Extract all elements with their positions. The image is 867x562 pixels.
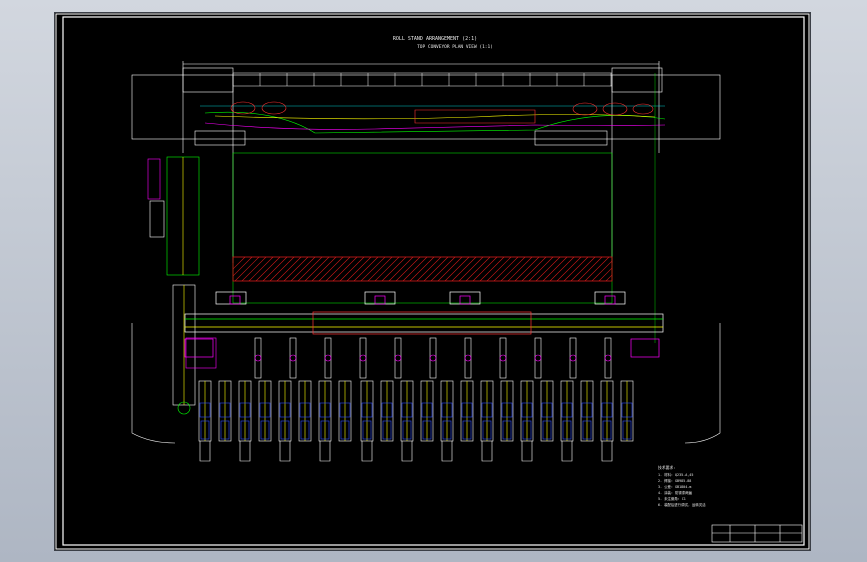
roller-unit (278, 380, 292, 462)
roller-hanger (604, 337, 612, 379)
roller-unit (620, 380, 634, 442)
roller-unit (218, 380, 232, 442)
roller-unit (460, 380, 474, 442)
roller-hanger (359, 337, 367, 379)
main-conveyor-beam (184, 291, 664, 358)
notes-heading: 技术要求: (658, 465, 675, 470)
notes-line-4: 4. 涂装: 防锈漆两遍 (658, 490, 693, 495)
cad-viewer-background: ROLL STAND ARRANGEMENT (2:1) TOP CONVEYO… (0, 0, 867, 562)
cad-drawing-canvas[interactable]: ROLL STAND ARRANGEMENT (2:1) TOP CONVEYO… (55, 13, 810, 550)
left-side-column (147, 156, 217, 415)
roller-hanger (289, 337, 297, 379)
roller-unit (540, 380, 554, 442)
roller-unit (338, 380, 352, 442)
roller-unit (318, 380, 332, 462)
roller-unit (420, 380, 434, 442)
roller-unit (560, 380, 574, 462)
roller-unit (238, 380, 252, 462)
roller-unit (298, 380, 312, 442)
drawing-sheet[interactable]: ROLL STAND ARRANGEMENT (2:1) TOP CONVEYO… (55, 13, 810, 550)
roller-hanger (324, 337, 332, 379)
roller-unit (380, 380, 394, 442)
notes-line-6: 6. 装配后进行调试, 运转灵活 (658, 502, 706, 507)
roller-unit (400, 380, 414, 462)
bottom-outline (131, 323, 721, 444)
notes-line-5: 5. 未注倒角: C1 (658, 496, 686, 501)
roller-hanger (464, 337, 472, 379)
roller-unit (360, 380, 374, 462)
roller-unit (480, 380, 494, 462)
frame-outline (232, 152, 613, 304)
notes-line-1: 1. 材料: Q235-A,45 (658, 472, 693, 477)
technical-notes: 技术要求: 1. 材料: Q235-A,45 2. 焊接: GB985-88 3… (658, 465, 706, 507)
drawing-title-2: TOP CONVEYOR PLAN VIEW (1:1) (417, 44, 493, 50)
notes-line-2: 2. 焊接: GB985-88 (658, 478, 691, 483)
roller-unit (440, 380, 454, 462)
drawing-title-1: ROLL STAND ARRANGEMENT (2:1) (393, 36, 477, 42)
roller-hanger (569, 337, 577, 379)
roller-unit (258, 380, 272, 442)
roller-unit (198, 380, 212, 462)
title-block (711, 524, 803, 543)
roller-hanger (429, 337, 437, 379)
roller-hanger (394, 337, 402, 379)
roller-unit (580, 380, 594, 442)
top-plan-view (131, 61, 721, 263)
roller-unit (600, 380, 614, 462)
roller-hanger (254, 337, 262, 379)
roller-units (198, 337, 634, 462)
roller-hanger (534, 337, 542, 379)
roller-hanger (499, 337, 507, 379)
outer-frame (55, 13, 810, 550)
hatched-beam (232, 256, 613, 282)
roller-unit (520, 380, 534, 462)
notes-line-3: 3. 公差: GB1804-m (658, 484, 691, 489)
roller-unit (500, 380, 514, 442)
